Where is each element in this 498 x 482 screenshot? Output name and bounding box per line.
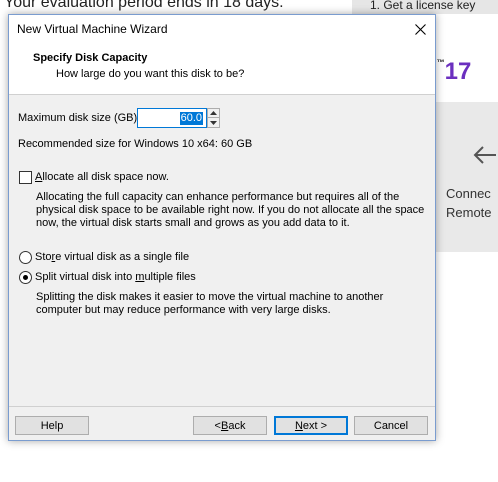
allocate-label-post: llocate all disk space now. [42,171,169,183]
remote-line-1: Connec [446,186,491,201]
arrow-left-icon [473,146,496,164]
max-disk-size-spinner[interactable] [207,108,220,128]
title-bar[interactable]: New Virtual Machine Wizard [9,15,435,43]
cancel-button[interactable]: Cancel [354,416,428,435]
allocate-all-checkbox[interactable] [19,171,32,184]
dialog-title: New Virtual Machine Wizard [17,22,168,36]
multiple-files-radio[interactable] [19,271,32,284]
spin-up-button[interactable] [208,109,219,118]
single-file-label-pre: Sto [35,251,52,263]
close-button[interactable] [405,15,435,43]
wizard-content: Maximum disk size (GB): 60.0 Recommended… [9,96,435,406]
recommended-size-text: Recommended size for Windows 10 x64: 60 … [18,138,253,150]
single-file-label-post: e virtual disk as a single file [55,251,190,263]
max-disk-size-value: 60.0 [179,111,203,125]
multiple-files-label[interactable]: Split virtual disk into multiple files [35,271,196,283]
back-button[interactable]: < Back [193,416,267,435]
multiple-files-label-pre: Split virtual disk into [35,271,136,283]
spin-down-button[interactable] [208,118,219,127]
connect-remote-label: Connec Remote [446,184,492,222]
close-icon [414,23,426,35]
multiple-files-description: Splitting the disk makes it easier to mo… [36,291,384,316]
chevron-down-icon [210,120,217,125]
back-label-key: B [220,419,229,432]
allocate-all-label[interactable]: Allocate all disk space now. [35,171,169,183]
single-file-radio[interactable] [19,251,32,264]
get-license-key-button[interactable]: 1. Get a license key [352,0,498,14]
next-label-key: N [294,419,303,432]
footer-divider [9,406,435,407]
single-file-label[interactable]: Store virtual disk as a single file [35,251,189,263]
max-disk-size-input[interactable]: 60.0 [137,108,207,128]
remote-line-2: Remote [446,205,492,220]
evaluation-notice: Your evaluation period ends in 18 days. [4,0,284,11]
brand-trademark: ™ [436,58,445,67]
wizard-header: Specify Disk Capacity How large do you w… [9,43,435,95]
next-button[interactable]: Next > [274,416,348,435]
back-label-post: ack [228,419,246,432]
page-title: Specify Disk Capacity [33,52,148,64]
page-subtitle: How large do you want this disk to be? [56,68,245,80]
chevron-up-icon [210,111,217,115]
help-button[interactable]: Help [15,416,89,435]
new-vm-wizard-dialog: New Virtual Machine Wizard Specify Disk … [8,14,436,441]
max-disk-size-label: Maximum disk size (GB): [18,112,141,124]
allocate-description: Allocating the full capacity can enhance… [36,191,425,229]
brand-version: 17 [444,58,472,85]
next-label-post: ext > [302,419,328,432]
connect-remote-tile[interactable] [436,102,498,252]
multiple-files-label-post: ultiple files [144,271,196,283]
